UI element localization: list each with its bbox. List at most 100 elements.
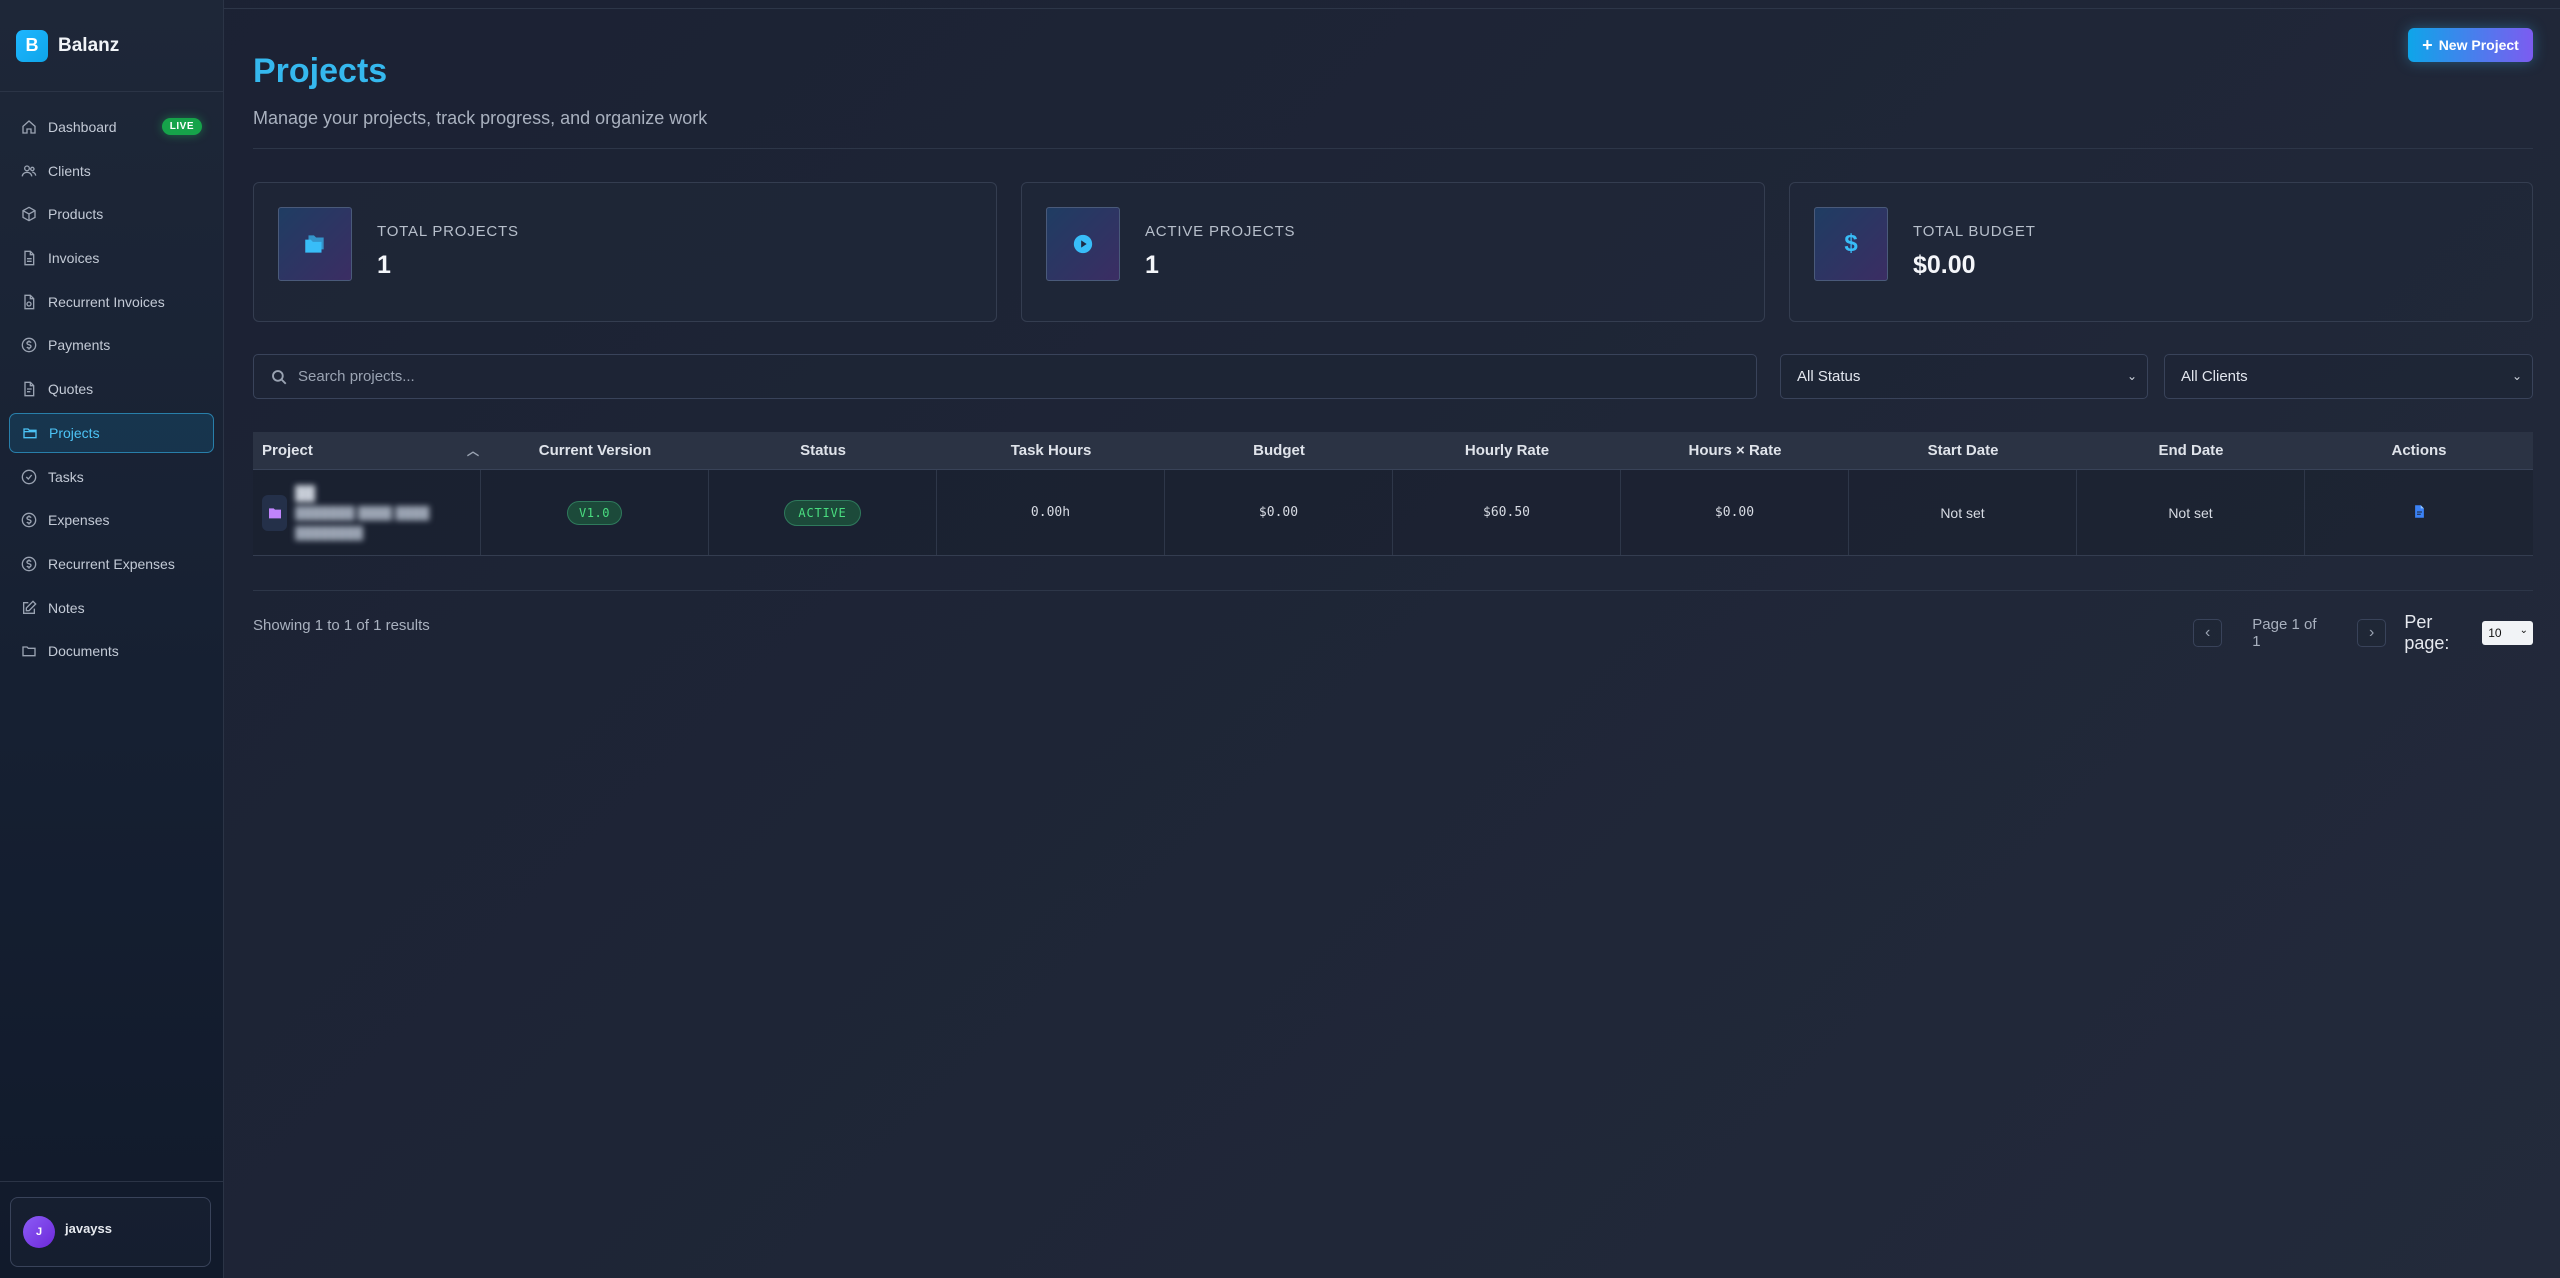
per-page-value: 10 <box>2488 626 2502 640</box>
avatar: J <box>23 1216 55 1248</box>
file-icon <box>20 249 38 267</box>
version-badge: V1.0 <box>567 500 622 525</box>
column-header-start-date[interactable]: Start Date <box>1849 432 2077 469</box>
dollar-circle-icon <box>20 511 38 529</box>
folders-icon <box>278 207 352 281</box>
column-header-hours-rate[interactable]: Hours × Rate <box>1621 432 1849 469</box>
chevron-down-icon: ⌄ <box>2519 625 2528 636</box>
column-header-end-date[interactable]: End Date <box>2077 432 2305 469</box>
stats-row: TOTAL PROJECTS 1 ACTIVE PROJECTS 1 $ TOT… <box>253 182 2533 322</box>
status-cell: ACTIVE <box>709 470 937 555</box>
play-circle-icon <box>1046 207 1120 281</box>
chevron-down-icon: ⌄ <box>2126 369 2137 383</box>
sidebar-item-notes[interactable]: Notes <box>9 588 214 628</box>
search-box[interactable] <box>253 354 1757 399</box>
sidebar-item-label: Documents <box>48 643 119 660</box>
start-date-cell: Not set <box>1849 470 2077 555</box>
next-page-button[interactable]: › <box>2357 619 2387 647</box>
page-subtitle: Manage your projects, track progress, an… <box>253 108 708 128</box>
task-hours-cell: 0.00h <box>937 470 1165 555</box>
sidebar-item-expenses[interactable]: Expenses <box>9 500 214 540</box>
sidebar: B Balanz Dashboard LIVE Clients Products… <box>0 0 224 1278</box>
sidebar-item-label: Invoices <box>48 250 100 267</box>
status-badge: ACTIVE <box>784 499 861 526</box>
table-row[interactable]: ██ ███████ ████ ████ ████████ V1.0 ACTIV… <box>253 470 2533 556</box>
top-divider <box>224 8 2560 9</box>
folder-icon <box>21 424 39 442</box>
status-filter-value: All Status <box>1797 368 1861 385</box>
stat-card-total-budget: $ TOTAL BUDGET $0.00 <box>1789 182 2533 322</box>
stat-value: $0.00 <box>1913 251 1976 279</box>
sidebar-item-documents[interactable]: Documents <box>9 631 214 671</box>
end-date-cell: Not set <box>2077 470 2305 555</box>
check-circle-icon <box>20 468 38 486</box>
search-input[interactable] <box>298 368 1756 385</box>
sidebar-item-label: Tasks <box>48 468 84 485</box>
home-icon <box>20 118 38 136</box>
sidebar-item-tasks[interactable]: Tasks <box>9 457 214 497</box>
budget-cell: $0.00 <box>1165 470 1393 555</box>
version-cell: V1.0 <box>481 470 709 555</box>
per-page-control: Per page: 10 ⌄ <box>2404 612 2533 654</box>
header-divider <box>253 148 2533 149</box>
dollar-icon: $ <box>1814 207 1888 281</box>
sidebar-item-label: Dashboard <box>48 119 117 135</box>
column-header-version[interactable]: Current Version <box>481 432 709 469</box>
sidebar-item-label: Payments <box>48 337 111 354</box>
sidebar-item-recurrent-invoices[interactable]: Recurrent Invoices <box>9 282 214 322</box>
sidebar-item-products[interactable]: Products <box>9 194 214 234</box>
project-name-redacted: ██ ███████ ████ ████ ████████ <box>295 483 480 543</box>
column-label: Project <box>262 442 313 459</box>
prev-page-button[interactable]: ‹ <box>2193 619 2223 647</box>
box-icon <box>20 205 38 223</box>
sidebar-item-clients[interactable]: Clients <box>9 151 214 191</box>
quote-file-icon <box>20 380 38 398</box>
results-summary: Showing 1 to 1 of 1 results <box>253 617 430 634</box>
client-filter-value: All Clients <box>2181 368 2248 385</box>
stat-label: ACTIVE PROJECTS <box>1145 223 1296 240</box>
page-title: Projects <box>253 52 388 90</box>
sidebar-item-payments[interactable]: Payments <box>9 325 214 365</box>
sidebar-item-label: Recurrent Invoices <box>48 293 165 310</box>
column-header-project[interactable]: Project ︿ <box>253 432 481 469</box>
stat-label: TOTAL PROJECTS <box>377 223 519 240</box>
document-edit-icon[interactable] <box>2412 503 2427 523</box>
table-header: Project ︿ Current Version Status Task Ho… <box>253 432 2533 470</box>
status-filter-select[interactable]: All Status ⌄ <box>1780 354 2148 399</box>
project-client: ███████ ████ ████ ████████ <box>295 505 430 540</box>
project-name: ██ <box>295 484 316 501</box>
user-menu[interactable]: J javayss <box>10 1197 211 1267</box>
column-header-status[interactable]: Status <box>709 432 937 469</box>
sidebar-item-label: Products <box>48 206 104 223</box>
hourly-rate-cell: $60.50 <box>1393 470 1621 555</box>
dollar-circle-icon <box>20 555 38 573</box>
new-project-label: New Project <box>2438 37 2519 53</box>
brand[interactable]: B Balanz <box>0 0 223 92</box>
folder-open-icon <box>20 642 38 660</box>
column-header-actions: Actions <box>2391 442 2447 459</box>
column-header-budget[interactable]: Budget <box>1165 432 1393 469</box>
sidebar-item-dashboard[interactable]: Dashboard LIVE <box>9 107 214 147</box>
projects-table: Project ︿ Current Version Status Task Ho… <box>253 432 2533 556</box>
table-divider <box>253 590 2533 591</box>
live-badge: LIVE <box>161 118 202 135</box>
pencil-square-icon <box>20 599 38 617</box>
sidebar-item-invoices[interactable]: Invoices <box>9 238 214 278</box>
project-cell[interactable]: ██ ███████ ████ ████ ████████ <box>253 470 481 555</box>
sidebar-item-label: Quotes <box>48 381 94 398</box>
stat-card-active-projects: ACTIVE PROJECTS 1 <box>1021 182 1765 322</box>
new-project-button[interactable]: + New Project <box>2408 28 2533 62</box>
column-header-hourly-rate[interactable]: Hourly Rate <box>1393 432 1621 469</box>
per-page-select[interactable]: 10 ⌄ <box>2482 621 2533 645</box>
file-repeat-icon <box>20 293 38 311</box>
chevron-down-icon: ⌄ <box>2511 369 2522 383</box>
column-header-task-hours[interactable]: Task Hours <box>937 432 1165 469</box>
sort-asc-icon[interactable]: ︿ <box>467 442 479 459</box>
client-filter-select[interactable]: All Clients ⌄ <box>2164 354 2533 399</box>
sidebar-item-quotes[interactable]: Quotes <box>9 369 214 409</box>
sidebar-item-recurrent-expenses[interactable]: Recurrent Expenses <box>9 544 214 584</box>
stat-value: 1 <box>1145 251 1159 279</box>
sidebar-item-projects[interactable]: Projects <box>9 412 214 453</box>
actions-cell <box>2305 470 2533 555</box>
sidebar-nav: Dashboard LIVE Clients Products Invoices… <box>0 92 223 671</box>
